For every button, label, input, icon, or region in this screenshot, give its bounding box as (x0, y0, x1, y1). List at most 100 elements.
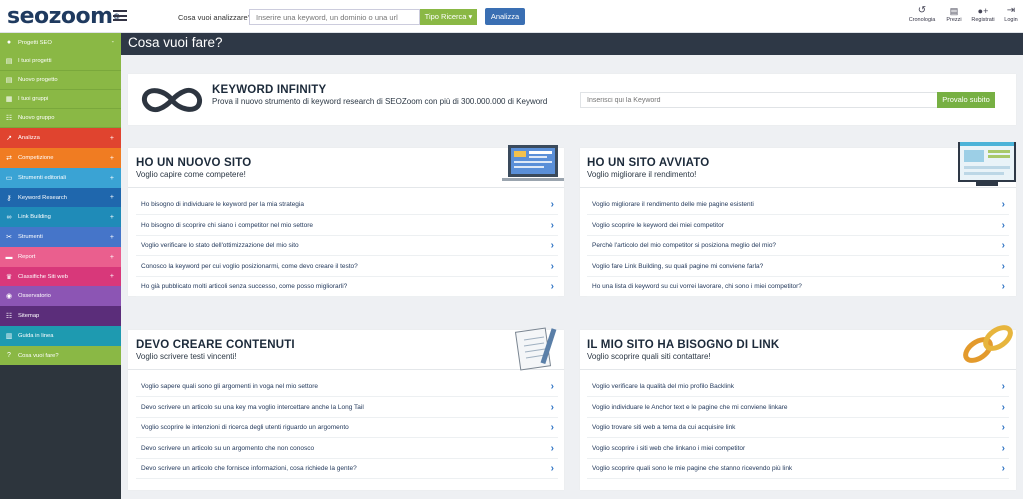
top-navbar: seozoom® Cosa vuoi analizzare? Tipo Rice… (0, 0, 1023, 33)
sidebar-item[interactable]: ▤ Nuovo progetto (0, 71, 121, 90)
chart-icon: ↗ (6, 135, 12, 142)
sidebar-item[interactable]: ▦ I tuoi gruppi (0, 90, 121, 109)
user-plus-icon: ●+ (977, 6, 989, 16)
section-link-label: Conosco la keyword per cui voglio posizi… (141, 262, 358, 270)
seozoom-logo[interactable]: seozoom® (7, 6, 121, 28)
sidebar-item[interactable]: ☷ Sitemap (0, 306, 121, 326)
sidebar-item-label: Osservatorio (18, 293, 51, 299)
section-link-label: Voglio scoprire le keyword dei miei comp… (592, 221, 724, 229)
section-link-label: Voglio verificare lo stato dell'ottimizz… (141, 242, 299, 250)
sidebar-item[interactable]: ▭ Strumenti editoriali + (0, 168, 121, 188)
divider (580, 187, 1016, 188)
sidebar-item[interactable]: ☷ Nuovo gruppo (0, 109, 121, 128)
sidebar-item[interactable]: ● Progetti SEO - (0, 33, 121, 52)
section-link[interactable]: Devo scrivere un articolo su un argoment… (136, 439, 558, 459)
monitor-illustration-icon (502, 145, 564, 181)
expand-icon[interactable]: + (110, 214, 114, 221)
chevron-right-icon: › (550, 381, 554, 392)
section-link[interactable]: Voglio scoprire i siti web che linkano i… (587, 439, 1009, 459)
sidebar-item-label: Competizione (18, 155, 54, 161)
expand-icon[interactable]: + (110, 273, 114, 280)
section-link[interactable]: Voglio sapere quali sono gli argomenti i… (136, 377, 558, 397)
section-link[interactable]: Voglio trovare siti web a tema da cui ac… (587, 418, 1009, 439)
section-link[interactable]: Ho bisogno di individuare le keyword per… (136, 195, 558, 215)
sidebar-item-label: I tuoi gruppi (18, 96, 49, 102)
hamburger-menu-icon[interactable] (113, 10, 127, 21)
expand-icon[interactable]: + (110, 135, 114, 142)
expand-icon[interactable]: + (110, 194, 114, 201)
section-link[interactable]: Voglio verificare la qualità del mio pro… (587, 377, 1009, 397)
sidebar-item[interactable]: ▥ Guida in linea (0, 326, 121, 346)
sidebar-item[interactable]: ▬ Report + (0, 247, 121, 267)
chevron-right-icon: › (550, 281, 554, 293)
sidebar-item[interactable]: ↗ Analizza + (0, 128, 121, 148)
keyword-infinity-input[interactable] (580, 92, 938, 108)
keyword-infinity-subtitle: Prova il nuovo strumento di keyword rese… (212, 97, 548, 106)
section-link-label: Voglio sapere quali sono gli argomenti i… (141, 383, 319, 390)
nav-prezzi[interactable]: ▤ Prezzi (943, 5, 965, 23)
expand-icon[interactable]: - (112, 39, 114, 46)
section-link-label: Devo scrivere un articolo che fornisce i… (141, 465, 357, 473)
sidebar-item-label: Link Building (18, 214, 51, 220)
section-link[interactable]: Ho una lista di keyword su cui vorrei la… (587, 277, 1009, 298)
login-icon: ⇥ (1006, 5, 1016, 16)
nav-registrati[interactable]: ●+ Registrati (969, 5, 997, 23)
sidebar: ● Progetti SEO - ▤ I tuoi progetti ▤ Nuovo pro… (0, 33, 121, 499)
section-subtitle: Voglio capire come competere! (136, 170, 246, 179)
section-title: DEVO CREARE CONTENUTI (136, 339, 295, 351)
section-subtitle: Voglio scoprire quali siti contattare! (587, 352, 711, 361)
sidebar-item[interactable]: ⇄ Competizione + (0, 148, 121, 168)
section-link[interactable]: Voglio individuare le Anchor text e le p… (587, 398, 1009, 418)
sidebar-item-label: Cosa vuoi fare? (18, 352, 59, 359)
divider (580, 369, 1016, 370)
sidebar-item-label: Sitemap (18, 313, 40, 319)
section-subtitle: Voglio migliorare il rendimento! (587, 170, 697, 179)
expand-icon[interactable]: + (110, 234, 114, 241)
sidebar-item[interactable]: ? Cosa vuoi fare? (0, 346, 121, 365)
sidebar-item-label: Strumenti editoriali (18, 175, 67, 181)
expand-icon[interactable]: + (110, 254, 114, 261)
section-link[interactable]: Voglio verificare lo stato dell'ottimizz… (136, 236, 558, 257)
page-title: Cosa vuoi fare? (128, 35, 223, 50)
section-link[interactable]: Ho bisogno di scoprire chi siano i compe… (136, 216, 558, 236)
tipo-ricerca-dropdown[interactable]: Tipo Ricerca ▾ (420, 9, 477, 25)
section-link[interactable]: Devo scrivere un articolo che fornisce i… (136, 459, 558, 480)
sidebar-item[interactable]: ◉ Osservatorio (0, 286, 121, 306)
sidebar-item[interactable]: ▤ I tuoi progetti (0, 52, 121, 71)
section-link[interactable]: Voglio scoprire quali sono le mie pagine… (587, 459, 1009, 480)
section-link[interactable]: Voglio fare Link Building, su quali pagi… (587, 257, 1009, 277)
section-link[interactable]: Ho già pubblicato molti articoli senza s… (136, 277, 558, 298)
sidebar-item[interactable]: ∞ Link Building + (0, 207, 121, 227)
chevron-right-icon: › (550, 260, 554, 272)
cart-icon: ▤ (949, 6, 959, 16)
section-link[interactable]: Perchè l'articolo del mio competitor si … (587, 236, 1009, 257)
sidebar-item[interactable]: ✂ Strumenti + (0, 227, 121, 247)
file-icon: ▤ (5, 58, 13, 65)
compete-icon: ⇄ (6, 155, 12, 162)
expand-icon[interactable]: + (110, 175, 114, 182)
expand-icon[interactable]: + (110, 155, 114, 162)
sidebar-item[interactable]: ⚷ Keyword Research + (0, 188, 121, 207)
section-link[interactable]: Voglio scoprire le keyword dei miei comp… (587, 216, 1009, 236)
chevron-right-icon: › (1001, 381, 1005, 392)
section-link[interactable]: Devo scrivere un articolo su una key ma … (136, 398, 558, 418)
section-link-label: Voglio migliorare il rendimento delle mi… (592, 201, 754, 208)
nav-login[interactable]: ⇥ Login (1001, 5, 1021, 23)
history-icon: ↺ (917, 5, 927, 16)
section-link[interactable]: Voglio migliorare il rendimento delle mi… (587, 195, 1009, 215)
section-link[interactable]: Voglio scoprire le intenzioni di ricerca… (136, 418, 558, 439)
main-search-input[interactable] (249, 9, 420, 25)
sidebar-item-label: Classifiche Siti web (18, 273, 68, 280)
section-link-label: Ho bisogno di individuare le keyword per… (141, 201, 304, 208)
sidebar-item-label: Progetti SEO (18, 39, 52, 46)
section-link[interactable]: Conosco la keyword per cui voglio posizi… (136, 257, 558, 277)
section-link-label: Voglio scoprire quali sono le mie pagine… (592, 465, 793, 473)
nav-cronologia[interactable]: ↺ Cronologia (907, 5, 937, 23)
sitemap-icon: ☷ (5, 115, 13, 122)
analizza-button[interactable]: Analizza (485, 8, 525, 25)
section-link-label: Voglio fare Link Building, su quali pagi… (592, 262, 764, 270)
sidebar-item[interactable]: ♛ Classifiche Siti web + (0, 267, 121, 286)
link-icon: ∞ (6, 213, 12, 221)
chevron-right-icon: › (1001, 240, 1005, 252)
provalo-subito-button[interactable]: Provalo subito (937, 92, 995, 108)
